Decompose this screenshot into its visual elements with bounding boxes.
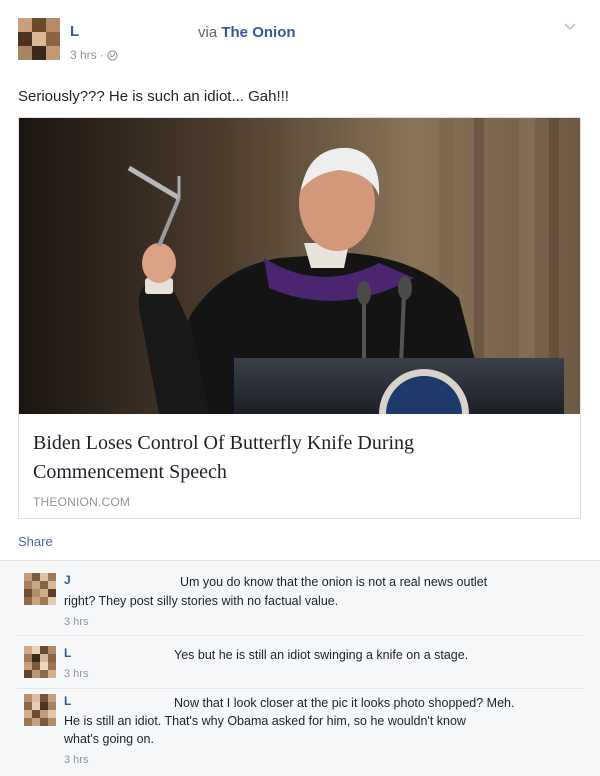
comment-timestamp[interactable]: 3 hrs xyxy=(64,668,88,680)
via-prefix: via xyxy=(198,24,218,41)
comment-item: J Um you do know that the onion is not a… xyxy=(16,573,586,633)
commenter-name[interactable]: L xyxy=(64,694,71,708)
comment-timestamp[interactable]: 3 hrs xyxy=(64,754,88,766)
comments-section: J Um you do know that the onion is not a… xyxy=(0,560,600,776)
commencement-photo xyxy=(19,118,580,414)
comment-divider xyxy=(16,635,584,636)
comment-text-line-1: Now that I look closer at the pic it loo… xyxy=(174,696,515,710)
facebook-post: L via The Onion 3 hrs · Seriously??? He … xyxy=(0,0,600,776)
via-source-link[interactable]: The Onion xyxy=(221,24,295,41)
share-link[interactable]: Share xyxy=(18,534,53,549)
link-preview-card[interactable]: Biden Loses Control Of Butterfly Knife D… xyxy=(18,117,581,519)
globe-icon xyxy=(107,49,118,61)
headline-line-1: Biden Loses Control Of Butterfly Knife D… xyxy=(33,432,415,454)
commenter-name[interactable]: L xyxy=(64,646,71,660)
post-message: Seriously??? He is such an idiot... Gah!… xyxy=(18,88,289,105)
article-domain: THEONION.COM xyxy=(33,495,131,509)
commenter-avatar[interactable] xyxy=(24,646,56,678)
author-avatar[interactable] xyxy=(18,18,60,60)
comment-divider xyxy=(16,688,584,689)
comment-item: L Yes but he is still an idiot swinging … xyxy=(16,646,586,691)
commenter-avatar[interactable] xyxy=(24,573,56,605)
comment-text-line-2: right? They post silly stories with no f… xyxy=(64,594,339,608)
article-headline[interactable]: Biden Loses Control Of Butterfly Knife D… xyxy=(33,429,553,487)
comment-text-line-1: Yes but he is still an idiot swinging a … xyxy=(174,648,469,662)
author-name[interactable]: L xyxy=(70,23,79,40)
comment-text-line-1: Um you do know that the onion is not a r… xyxy=(180,575,488,589)
comment-text-line-3: what's going on. xyxy=(64,732,154,746)
via-attribution: via The Onion xyxy=(198,24,296,41)
comment-item: L Now that I look closer at the pic it l… xyxy=(16,694,586,774)
meta-separator: · xyxy=(99,48,104,62)
article-image[interactable] xyxy=(19,118,580,414)
commenter-name[interactable]: J xyxy=(64,573,71,587)
comment-text-line-2: He is still an idiot. That's why Obama a… xyxy=(64,714,466,728)
post-meta: 3 hrs · xyxy=(70,48,118,62)
commenter-avatar[interactable] xyxy=(24,694,56,726)
post-timestamp[interactable]: 3 hrs xyxy=(70,48,97,62)
headline-line-2: Commencement Speech xyxy=(33,461,227,483)
comment-timestamp[interactable]: 3 hrs xyxy=(64,616,88,628)
chevron-down-icon[interactable] xyxy=(563,22,577,32)
